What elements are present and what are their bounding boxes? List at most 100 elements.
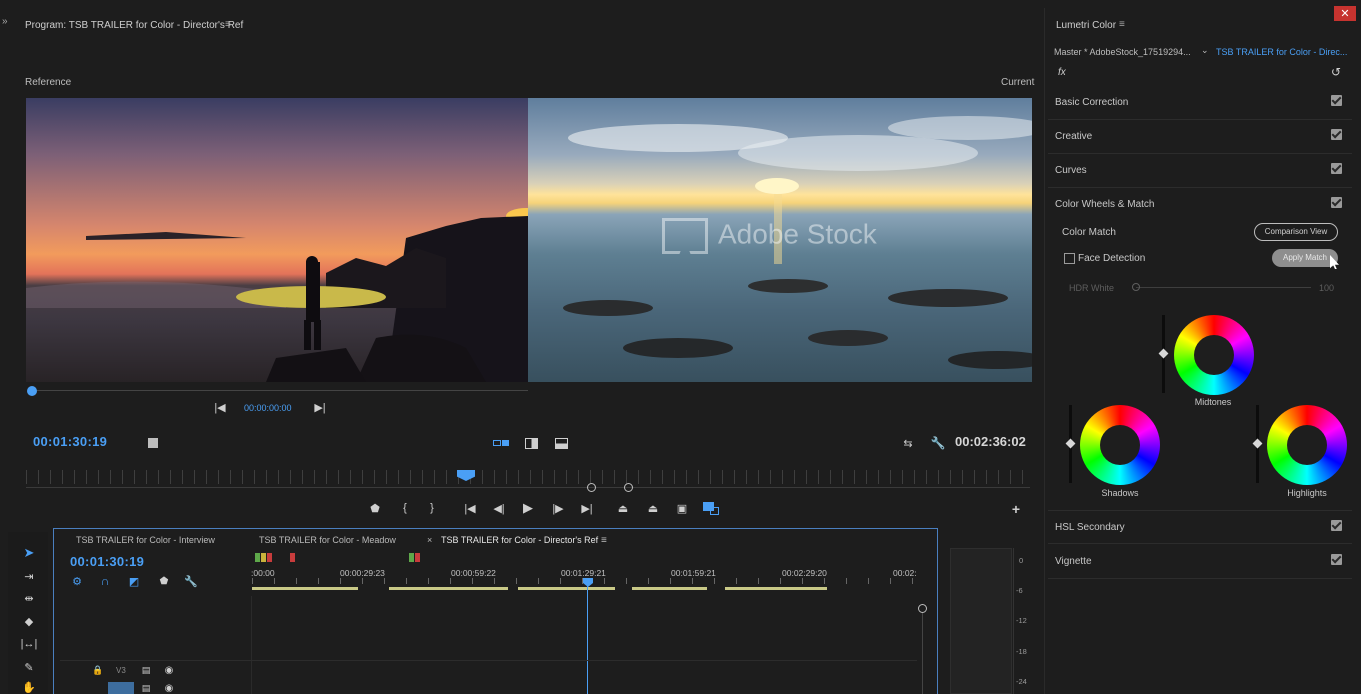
- marker-red[interactable]: [415, 553, 420, 562]
- marker-yellow[interactable]: [261, 553, 266, 562]
- master-clip-selector[interactable]: Master * AdobeStock_17519294...: [1054, 47, 1191, 57]
- hdr-white-slider[interactable]: [1136, 287, 1311, 288]
- highlights-wheel[interactable]: [1267, 405, 1347, 485]
- midtones-slider[interactable]: [1158, 315, 1169, 393]
- section-curves[interactable]: Curves: [1048, 154, 1352, 188]
- track-output-icon[interactable]: ▤: [140, 664, 152, 676]
- timeline-tab-menu-icon[interactable]: ≡: [601, 535, 607, 546]
- shadows-wheel[interactable]: [1080, 405, 1160, 485]
- track-output-icon[interactable]: ▤: [140, 683, 152, 694]
- highlights-slider[interactable]: [1252, 405, 1263, 483]
- track-eye-icon[interactable]: ◉: [162, 683, 176, 694]
- clip-bar[interactable]: [252, 587, 358, 590]
- timeline-tab-close-icon[interactable]: ×: [427, 535, 432, 545]
- section-enable-checkbox[interactable]: [1331, 95, 1342, 106]
- shadows-slider[interactable]: [1065, 405, 1076, 483]
- expand-panels-icon[interactable]: »: [2, 16, 8, 27]
- pen-tool-icon[interactable]: ✎: [20, 659, 38, 675]
- selection-tool-icon[interactable]: ➤: [20, 545, 38, 561]
- midtones-wheel[interactable]: [1174, 315, 1254, 395]
- section-enable-checkbox[interactable]: [1331, 197, 1342, 208]
- vertical-scroll-handle[interactable]: [918, 604, 927, 613]
- fx-icon[interactable]: fx: [1058, 67, 1066, 78]
- resolution-icon[interactable]: [146, 436, 160, 450]
- hand-tool-icon[interactable]: ✋: [20, 680, 38, 694]
- swap-sides-icon[interactable]: ⇆: [900, 436, 916, 450]
- zoom-scroll-bar[interactable]: [26, 487, 1030, 488]
- reference-timecode[interactable]: 00:00:00:00: [244, 403, 292, 413]
- section-creative[interactable]: Creative: [1048, 120, 1352, 154]
- comparison-side-by-side-icon[interactable]: [492, 437, 510, 449]
- track-lock-icon[interactable]: 🔒: [92, 664, 104, 676]
- step-forward-icon[interactable]: |▶: [550, 501, 566, 515]
- reference-playhead[interactable]: [27, 386, 37, 396]
- section-basic-correction[interactable]: Basic Correction: [1048, 86, 1352, 120]
- track-select-tool-icon[interactable]: ⇥: [20, 568, 38, 584]
- vertical-scroll-bar[interactable]: [922, 613, 923, 694]
- lift-icon[interactable]: ⏏: [614, 501, 632, 515]
- zoom-handle-left[interactable]: [587, 483, 596, 492]
- reset-icon[interactable]: ↺: [1329, 65, 1343, 79]
- step-back-icon[interactable]: ◀|: [491, 501, 507, 515]
- comparison-view-toggle-icon[interactable]: [702, 500, 720, 516]
- nest-icon[interactable]: ⚙: [70, 574, 84, 588]
- hdr-white-slider-knob[interactable]: [1132, 283, 1140, 291]
- mark-out-icon[interactable]: }: [425, 501, 439, 515]
- marker-red[interactable]: [290, 553, 295, 562]
- section-hsl-secondary[interactable]: HSL Secondary: [1048, 510, 1352, 544]
- wrench-icon[interactable]: 🔧: [930, 435, 946, 451]
- export-frame-icon[interactable]: ▣: [674, 501, 690, 515]
- lumetri-menu-icon[interactable]: ≡: [1119, 19, 1125, 30]
- track-name-v3[interactable]: V3: [116, 666, 126, 675]
- track-target-v2[interactable]: [108, 682, 134, 694]
- close-icon[interactable]: ✕: [1334, 6, 1356, 21]
- vertical-split-icon[interactable]: [523, 436, 539, 450]
- reference-go-to-out-icon[interactable]: ▶|: [312, 400, 328, 414]
- comparison-view-button[interactable]: Comparison View: [1254, 223, 1338, 241]
- add-marker-icon[interactable]: ⬟: [368, 501, 382, 515]
- ripple-edit-tool-icon[interactable]: ⇹: [20, 590, 38, 606]
- marker-green[interactable]: [409, 553, 414, 562]
- extract-icon[interactable]: ⏏: [644, 501, 662, 515]
- marker-red[interactable]: [267, 553, 272, 562]
- section-enable-checkbox[interactable]: [1331, 129, 1342, 140]
- section-enable-checkbox[interactable]: [1331, 520, 1342, 531]
- face-detection-checkbox[interactable]: [1064, 253, 1075, 264]
- clip-bar[interactable]: [632, 587, 707, 590]
- sequence-clip-selector[interactable]: TSB TRAILER for Color - Direc...: [1216, 47, 1347, 57]
- section-vignette[interactable]: Vignette: [1048, 545, 1352, 579]
- zoom-handle-right[interactable]: [624, 483, 633, 492]
- program-menu-icon[interactable]: ≡: [225, 19, 231, 30]
- horizontal-split-icon[interactable]: [553, 436, 569, 450]
- timeline-settings-icon[interactable]: 🔧: [184, 574, 198, 588]
- clip-bar[interactable]: [389, 587, 508, 590]
- timeline-tab-interview[interactable]: TSB TRAILER for Color - Interview: [76, 535, 215, 545]
- go-to-out-icon[interactable]: ▶|: [579, 501, 595, 515]
- timeline-timecode[interactable]: 00:01:30:19: [70, 554, 144, 569]
- timeline-tab-directors-ref[interactable]: TSB TRAILER for Color - Director's Ref: [441, 535, 598, 545]
- marker-green[interactable]: [255, 553, 260, 562]
- add-marker-timeline-icon[interactable]: ⬟: [157, 574, 171, 588]
- razor-tool-icon[interactable]: ◆: [20, 613, 38, 629]
- timeline-playhead-line[interactable]: [587, 586, 588, 694]
- go-to-in-icon[interactable]: |◀: [462, 501, 478, 515]
- snap-icon[interactable]: ∩: [98, 574, 112, 588]
- apply-match-button[interactable]: Apply Match: [1272, 249, 1338, 267]
- clip-bar[interactable]: [725, 587, 827, 590]
- reference-go-to-in-icon[interactable]: |◀: [212, 400, 228, 414]
- timeline-tab-meadow[interactable]: TSB TRAILER for Color - Meadow: [259, 535, 396, 545]
- slip-tool-icon[interactable]: |↔|: [20, 636, 38, 652]
- track-eye-icon[interactable]: ◉: [162, 664, 176, 676]
- button-editor-icon[interactable]: +: [1009, 501, 1023, 517]
- play-icon[interactable]: ▶: [520, 500, 536, 516]
- reference-scrub-bar[interactable]: [30, 390, 528, 391]
- clip-dropdown-icon[interactable]: ⌄: [1201, 45, 1209, 56]
- program-time-ruler[interactable]: [26, 470, 1030, 484]
- mark-in-icon[interactable]: {: [398, 501, 412, 515]
- linked-selection-icon[interactable]: ◩: [127, 574, 141, 588]
- clip-bar[interactable]: [518, 587, 615, 590]
- section-enable-checkbox[interactable]: [1331, 554, 1342, 565]
- program-timecode[interactable]: 00:01:30:19: [33, 434, 107, 449]
- section-color-wheels-match[interactable]: Color Wheels & Match: [1048, 188, 1352, 222]
- section-enable-checkbox[interactable]: [1331, 163, 1342, 174]
